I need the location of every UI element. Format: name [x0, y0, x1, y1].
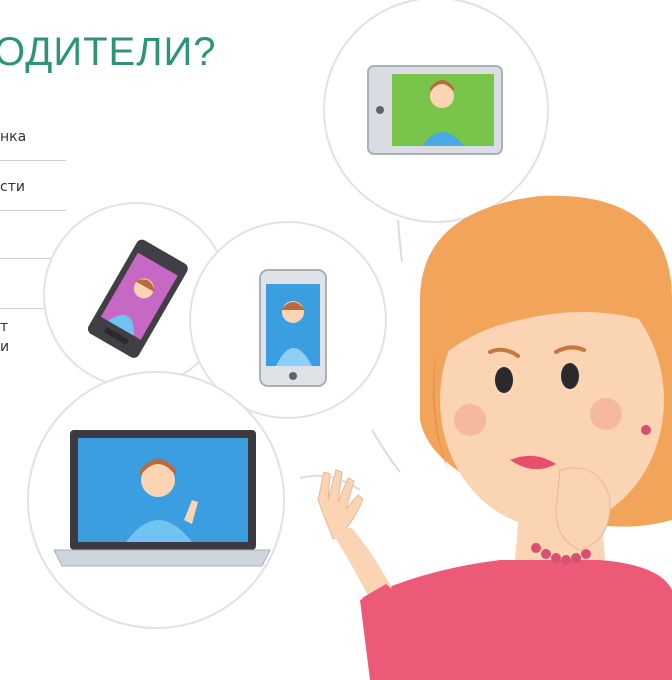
tablet-icon [367, 65, 503, 155]
illustration [27, 0, 672, 680]
laptop-icon [53, 430, 271, 567]
smartphone-icon [259, 269, 327, 387]
